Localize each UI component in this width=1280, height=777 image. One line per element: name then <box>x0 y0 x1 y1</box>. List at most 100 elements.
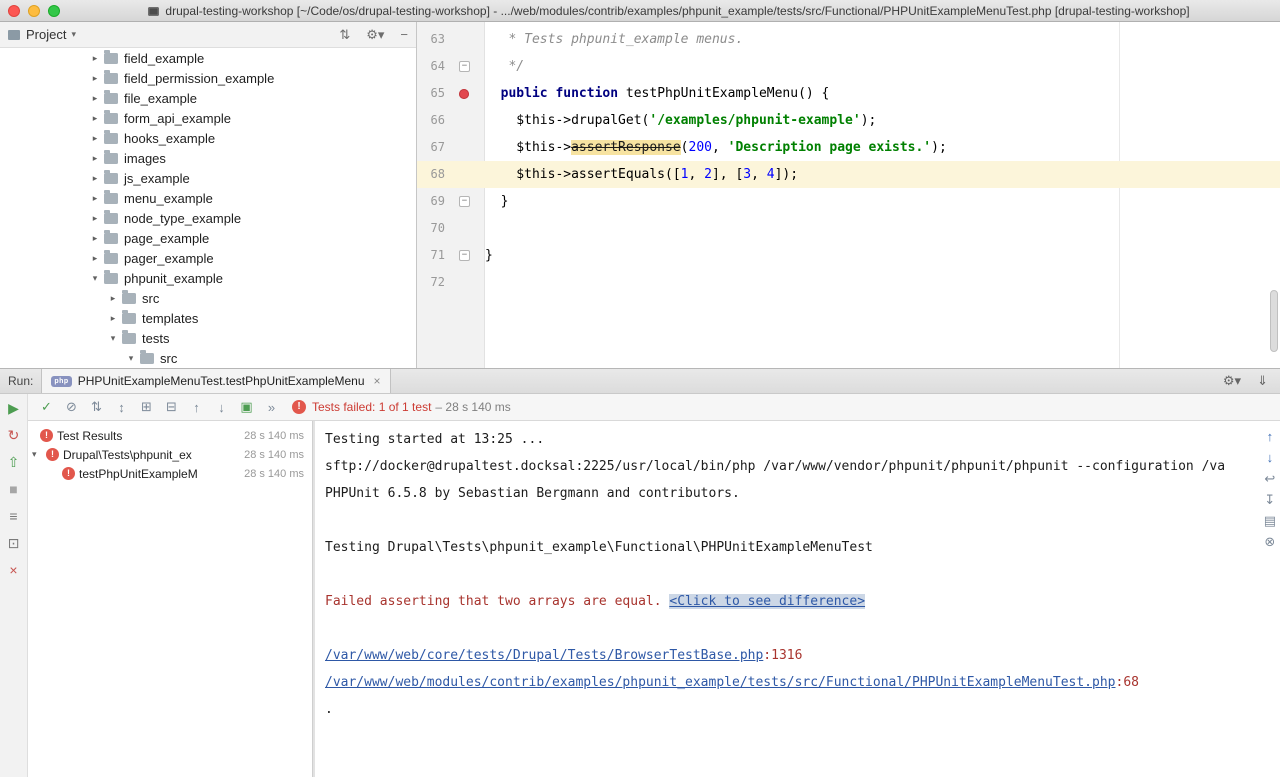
tree-toggle-icon[interactable]: ▸ <box>88 93 102 104</box>
settings-gear-icon[interactable]: ⚙▾ <box>366 27 384 43</box>
fold-icon[interactable]: − <box>459 250 470 261</box>
tree-toggle-icon[interactable]: ▸ <box>106 313 120 324</box>
code-editor[interactable]: 63 * Tests phpunit_example menus.64− */6… <box>417 22 1280 368</box>
tree-item-label: menu_example <box>124 191 213 206</box>
sort-alphabetically[interactable]: ↕ <box>109 400 134 415</box>
down-stack-trace-icon[interactable]: ↓ <box>1267 451 1274 464</box>
tree-item-label: phpunit_example <box>124 271 223 286</box>
settings-gear-icon[interactable]: ⚙▾ <box>1223 373 1241 389</box>
sort-by-duration[interactable]: ⇅ <box>84 399 109 415</box>
code-line[interactable]: } <box>485 242 493 269</box>
tree-toggle-icon[interactable]: ▸ <box>88 173 102 184</box>
test-tree-row[interactable]: !testPhpUnitExampleM28 s 140 ms <box>28 464 312 483</box>
project-tree-item[interactable]: ▸page_example <box>0 228 416 248</box>
test-tree-row[interactable]: ▾!Drupal\Tests\phpunit_ex28 s 140 ms <box>28 445 312 464</box>
folder-icon <box>104 273 118 284</box>
project-tree-item[interactable]: ▾ phpunit_example <box>0 268 416 288</box>
tree-toggle-icon[interactable]: ▸ <box>88 133 102 144</box>
tree-toggle-icon[interactable]: ▸ <box>88 153 102 164</box>
project-tree-item[interactable]: ▸field_permission_example <box>0 68 416 88</box>
code-line[interactable]: $this->assertEquals([1, 2], [3, 4]); <box>485 161 798 188</box>
tree-toggle-icon[interactable]: ▸ <box>88 253 102 264</box>
code-line[interactable] <box>485 269 493 296</box>
line-number: 72 <box>417 269 445 296</box>
project-tree-item[interactable]: ▸hooks_example <box>0 128 416 148</box>
hide-panel-icon[interactable]: − <box>400 27 408 43</box>
toggle-auto-test-button[interactable]: ⇧ <box>8 455 20 471</box>
run-tab[interactable]: php PHPUnitExampleMenuTest.testPhpUnitEx… <box>41 369 390 393</box>
project-tree-item[interactable]: ▾src <box>0 348 416 368</box>
tree-toggle-icon[interactable]: ▸ <box>88 233 102 244</box>
next-failed-test[interactable]: ↓ <box>209 400 234 415</box>
scroll-to-end-icon[interactable]: ↧ <box>1264 493 1275 506</box>
tree-toggle-icon[interactable]: ▾ <box>88 273 102 284</box>
tree-toggle-icon[interactable]: ▸ <box>88 113 102 124</box>
line-number: 64 <box>417 53 445 80</box>
stop-button[interactable]: ■ <box>9 482 17 498</box>
project-pane-title[interactable]: Project <box>26 27 66 42</box>
code-line[interactable]: public function testPhpUnitExampleMenu()… <box>485 80 829 107</box>
tree-toggle-icon[interactable]: ▸ <box>88 213 102 224</box>
project-tree-item[interactable]: ▸src <box>0 288 416 308</box>
export-test-results-button[interactable]: ⊡ <box>8 536 20 552</box>
rerun-button[interactable]: ▶ <box>8 401 19 417</box>
minimize-window-button[interactable] <box>28 5 40 17</box>
project-tree-item[interactable]: ▸file_example <box>0 88 416 108</box>
close-window-button[interactable] <box>8 5 20 17</box>
fold-icon[interactable]: − <box>459 196 470 207</box>
code-line[interactable]: * Tests phpunit_example menus. <box>485 26 743 53</box>
fold-icon[interactable]: − <box>459 61 470 72</box>
more-options[interactable]: » <box>259 400 284 415</box>
hide-panel-icon[interactable]: ⇓ <box>1257 373 1268 389</box>
test-history-button[interactable]: ≡ <box>9 509 17 525</box>
project-tree-item[interactable]: ▸field_example <box>0 48 416 68</box>
tree-toggle-icon[interactable]: ▾ <box>32 449 42 460</box>
rerun-failed-tests-button[interactable]: ↻ <box>8 428 20 444</box>
code-line[interactable]: $this->drupalGet('/examples/phpunit-exam… <box>485 107 876 134</box>
tab-close-icon[interactable]: × <box>374 374 381 388</box>
test-tree-row[interactable]: !Test Results28 s 140 ms <box>28 426 312 445</box>
chevron-down-icon[interactable]: ▾ <box>71 29 76 40</box>
tree-toggle-icon[interactable]: ▸ <box>106 293 120 304</box>
project-tree-item[interactable]: ▾tests <box>0 328 416 348</box>
project-tree-item[interactable]: ▸js_example <box>0 168 416 188</box>
tree-toggle-icon[interactable]: ▾ <box>124 353 138 364</box>
show-ignored-filter[interactable]: ⊘ <box>59 399 84 415</box>
soft-wrap-icon[interactable]: ↩ <box>1264 472 1275 485</box>
expand-all[interactable]: ⊞ <box>134 399 159 415</box>
console-link[interactable]: /var/www/web/core/tests/Drupal/Tests/Bro… <box>325 648 763 663</box>
close-button[interactable]: × <box>9 563 17 579</box>
project-tree-item[interactable]: ▸images <box>0 148 416 168</box>
test-results-tree: !Test Results28 s 140 ms▾!Drupal\Tests\p… <box>28 421 312 777</box>
code-line[interactable]: $this->assertResponse(200, 'Description … <box>485 134 947 161</box>
import-test-results[interactable]: ▣ <box>234 399 259 415</box>
code-line[interactable]: */ <box>485 53 524 80</box>
show-passed-filter[interactable]: ✓ <box>34 399 59 415</box>
previous-failed-test[interactable]: ↑ <box>184 400 209 415</box>
editor-scrollbar-thumb[interactable] <box>1270 290 1278 352</box>
test-failed-gutter-icon[interactable] <box>459 89 469 99</box>
project-header: Project ▾ ⇅ ⚙▾− <box>0 22 416 48</box>
up-stack-trace-icon[interactable]: ↑ <box>1267 430 1274 443</box>
run-tool-window: Run: php PHPUnitExampleMenuTest.testPhpU… <box>0 368 1280 777</box>
console-link[interactable]: <Click to see difference> <box>669 594 865 609</box>
fullscreen-window-button[interactable] <box>48 5 60 17</box>
project-tree-item[interactable]: ▸node_type_example <box>0 208 416 228</box>
folder-icon <box>122 313 136 324</box>
tree-toggle-icon[interactable]: ▸ <box>88 193 102 204</box>
project-tree-item[interactable]: ▸form_api_example <box>0 108 416 128</box>
project-tree-item[interactable]: ▸ menu_example <box>0 188 416 208</box>
project-tree-item[interactable]: ▸pager_example <box>0 248 416 268</box>
line-number: 69 <box>417 188 445 215</box>
tree-toggle-icon[interactable]: ▸ <box>88 73 102 84</box>
collapse-all[interactable]: ⊟ <box>159 399 184 415</box>
code-line[interactable] <box>485 215 493 242</box>
print-icon[interactable]: ▤ <box>1264 514 1276 527</box>
tree-toggle-icon[interactable]: ▾ <box>106 333 120 344</box>
console-link[interactable]: /var/www/web/modules/contrib/examples/ph… <box>325 675 1116 690</box>
collapse-all-icon[interactable]: ⇅ <box>339 27 350 43</box>
clear-all-icon[interactable]: ⊗ <box>1264 535 1275 548</box>
tree-toggle-icon[interactable]: ▸ <box>88 53 102 64</box>
code-line[interactable]: } <box>485 188 508 215</box>
project-tree-item[interactable]: ▸templates <box>0 308 416 328</box>
